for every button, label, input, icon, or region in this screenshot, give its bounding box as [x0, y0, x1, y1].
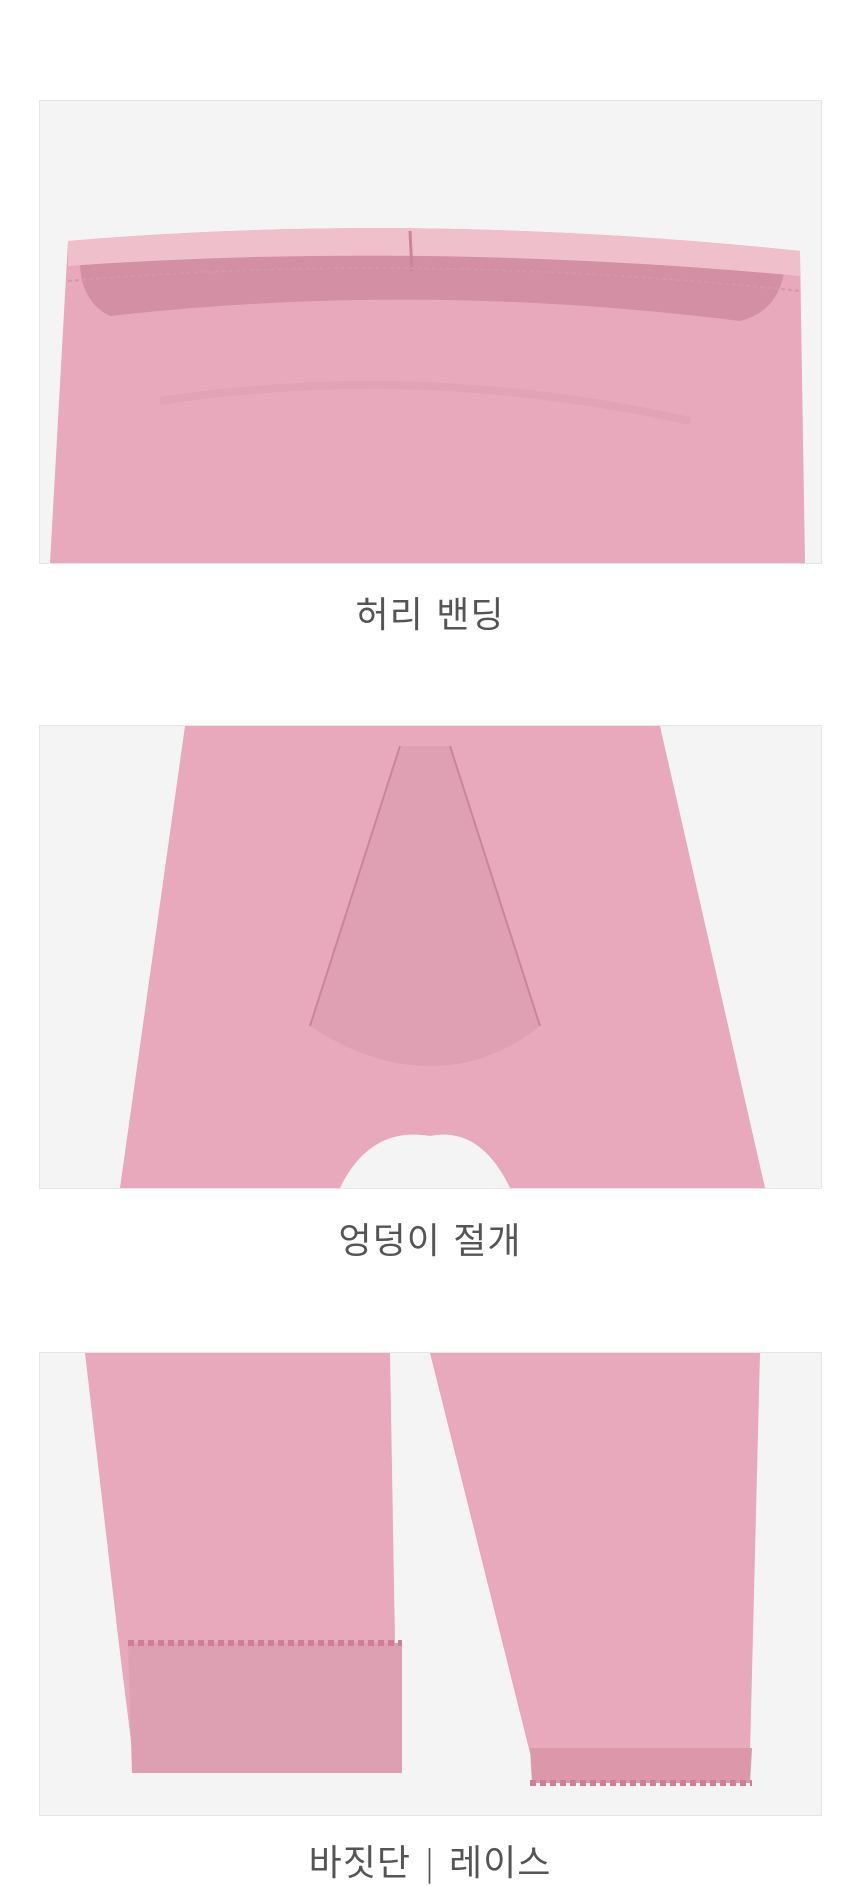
waistband-photo [39, 100, 822, 564]
waistband-illustration [40, 101, 821, 563]
hip-gusset-illustration [40, 726, 821, 1188]
right-lace [530, 1748, 752, 1783]
hip-gusset-photo [39, 725, 822, 1189]
hem-lace-illustration [40, 1353, 821, 1815]
hem-lace-photo [39, 1352, 822, 1816]
hip-gusset-caption: 엉덩이 절개 [338, 1221, 522, 1262]
hem-lace-caption: 바짓단 | 레이스 [308, 1843, 552, 1884]
left-cuff [128, 1643, 402, 1773]
waistband-caption: 허리 밴딩 [355, 595, 505, 636]
